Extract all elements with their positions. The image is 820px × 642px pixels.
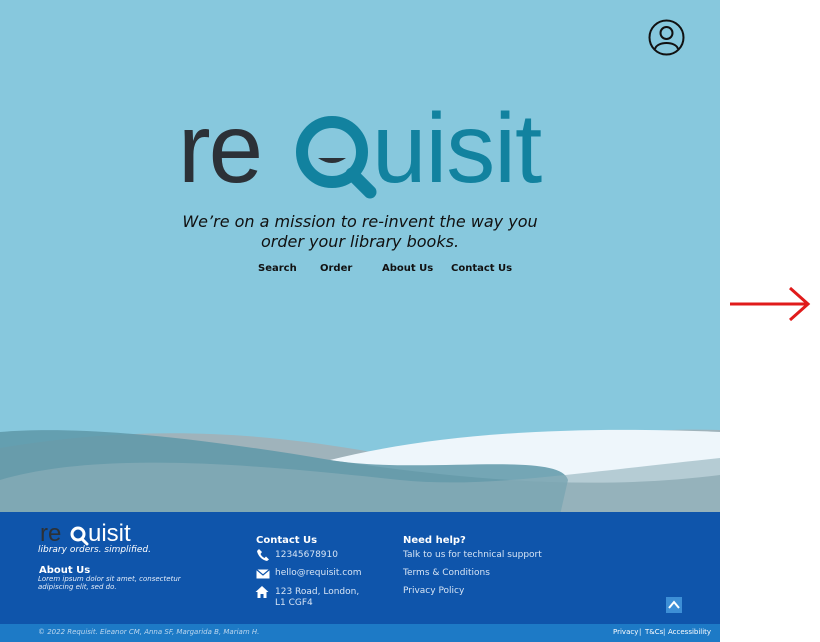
decorative-waves	[0, 429, 720, 515]
footer-contact-title: Contact Us	[256, 535, 318, 546]
logo-magnifier-q	[296, 116, 377, 199]
legal-tcs-link[interactable]: T&Cs	[645, 628, 663, 636]
nav-order[interactable]: Order	[320, 263, 352, 274]
footer-logo-re: re	[40, 520, 61, 546]
home-icon	[255, 586, 269, 598]
mail-icon	[256, 569, 270, 579]
nav-search[interactable]: Search	[258, 263, 297, 274]
footer-email[interactable]: hello@requisit.com	[275, 568, 362, 578]
legal-privacy-link[interactable]: Privacy	[613, 628, 638, 636]
nav-contact-us[interactable]: Contact Us	[451, 263, 512, 274]
requisit-logo: re uisit	[178, 93, 543, 203]
chevron-up-icon	[668, 600, 680, 609]
legal-separator: |	[639, 628, 642, 636]
footer-address-line1: 123 Road, London,	[275, 587, 360, 597]
footer-slogan: library orders. simplified.	[38, 545, 151, 555]
footer-help-title: Need help?	[403, 535, 466, 546]
footer-phone[interactable]: 12345678910	[275, 550, 338, 560]
footer-help-privacy[interactable]: Privacy Policy	[403, 586, 464, 596]
back-to-top-button[interactable]	[666, 597, 682, 613]
logo-re: re	[178, 93, 261, 203]
footer-help-terms[interactable]: Terms & Conditions	[403, 568, 490, 578]
nav-about-us[interactable]: About Us	[382, 263, 433, 274]
tagline: We’re on a mission to re-invent the way …	[182, 212, 538, 251]
legal-separator: |	[663, 628, 666, 636]
footer-address-line2: L1 CGF4	[275, 598, 313, 608]
user-circle-icon[interactable]	[648, 19, 685, 56]
logo-uisit: uisit	[372, 93, 542, 203]
copyright: © 2022 Requisit. Eleanor CM, Anna SF, Ma…	[38, 628, 260, 636]
footer-logo-uisit: uisit	[88, 520, 131, 546]
legal-accessibility-link[interactable]: Accessibility	[668, 628, 711, 636]
phone-icon	[257, 549, 269, 561]
footer-help-support[interactable]: Talk to us for technical support	[403, 550, 542, 560]
footer-about-text: Lorem ipsum dolor sit amet, consectetur …	[38, 575, 181, 591]
footer-logo[interactable]: re uisit	[40, 520, 144, 546]
arrow-right-icon	[730, 286, 811, 322]
